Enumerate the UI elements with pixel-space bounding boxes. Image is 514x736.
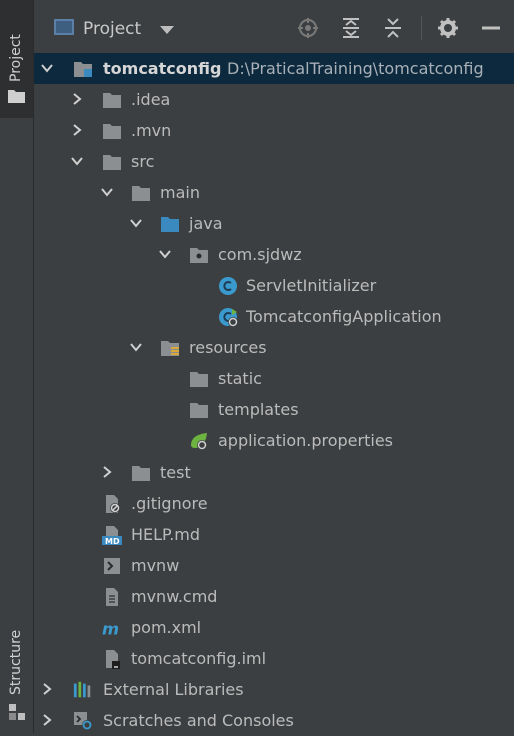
tree-item-src[interactable]: src xyxy=(34,146,514,177)
tree-item-label: src xyxy=(131,152,155,171)
chevron-right-icon[interactable] xyxy=(40,682,54,696)
tree-item-mvnw[interactable]: mvnw xyxy=(34,550,514,581)
project-tool-tab[interactable]: Project xyxy=(0,0,33,118)
tree-item-scratches[interactable]: Scratches and Consoles xyxy=(34,705,514,736)
gear-icon[interactable] xyxy=(437,17,459,39)
tree-item-gitignore[interactable]: .gitignore xyxy=(34,488,514,519)
tree-item-static[interactable]: static xyxy=(34,363,514,394)
tree-item-label: .idea xyxy=(131,90,171,109)
chevron-right-icon[interactable] xyxy=(70,123,84,137)
tree-item-label: Scratches and Consoles xyxy=(103,711,294,730)
module-file-icon xyxy=(106,650,120,669)
tree-item-label: TomcatconfigApplication xyxy=(246,307,442,326)
source-folder-icon xyxy=(161,217,179,232)
collapse-all-icon[interactable] xyxy=(382,17,404,39)
folder-icon xyxy=(103,93,121,108)
library-icon xyxy=(73,681,91,698)
tree-root-tomcatconfig[interactable]: tomcatconfig D:\PraticalTraining\tomcatc… xyxy=(34,53,514,84)
tree-item-application-properties[interactable]: application.properties xyxy=(34,425,514,456)
structure-tool-tab[interactable]: Structure xyxy=(0,612,33,733)
tree-item-iml[interactable]: tomcatconfig.iml xyxy=(34,643,514,674)
tree-item-label: External Libraries xyxy=(103,680,244,699)
folder-icon xyxy=(8,90,25,103)
folder-icon xyxy=(103,155,121,170)
tree-item-tomcatconfig-application[interactable]: TomcatconfigApplication xyxy=(34,301,514,332)
package-icon xyxy=(190,248,208,263)
tree-item-label: test xyxy=(160,463,191,482)
tree-item-java[interactable]: java xyxy=(34,208,514,239)
tree-item-templates[interactable]: templates xyxy=(34,394,514,425)
spring-boot-class-icon xyxy=(219,308,238,327)
tree-item-label: com.sjdwz xyxy=(218,245,302,264)
resources-folder-icon xyxy=(161,341,179,356)
svg-text:m: m xyxy=(102,619,119,638)
tool-window-strip: Project Structure xyxy=(0,0,34,733)
structure-icon xyxy=(9,704,25,720)
folder-icon xyxy=(103,124,121,139)
header-divider xyxy=(421,16,422,40)
class-icon xyxy=(219,277,237,295)
chevron-down-icon[interactable] xyxy=(70,154,84,168)
folder-icon xyxy=(190,372,208,387)
tree-item-resources[interactable]: resources xyxy=(34,332,514,363)
chevron-right-icon[interactable] xyxy=(40,713,54,727)
tree-item-pom-xml[interactable]: m pom.xml xyxy=(34,612,514,643)
module-folder-icon xyxy=(74,62,92,77)
chevron-right-icon[interactable] xyxy=(70,92,84,106)
tree-item-mvnw-cmd[interactable]: mvnw.cmd xyxy=(34,581,514,612)
tree-item-label: .mvn xyxy=(131,121,172,140)
tree-item-label: main xyxy=(160,183,200,202)
tree-item-label: .gitignore xyxy=(131,494,208,513)
text-file-icon xyxy=(106,588,118,606)
chevron-down-icon[interactable] xyxy=(129,340,143,354)
maven-icon: m xyxy=(102,619,119,638)
tree-item-label: mvnw xyxy=(131,556,180,575)
chevron-down-icon[interactable] xyxy=(129,216,143,230)
tree-item-label: resources xyxy=(189,338,267,357)
project-view-icon xyxy=(54,19,74,35)
expand-all-icon[interactable] xyxy=(340,17,362,39)
target-icon[interactable] xyxy=(297,17,319,39)
tree-item-label: pom.xml xyxy=(131,618,202,637)
tree-item-help-md[interactable]: MD HELP.md xyxy=(34,519,514,550)
tree-item-label: java xyxy=(189,214,223,233)
chevron-down-icon[interactable] xyxy=(158,247,172,261)
project-panel-header: Project xyxy=(34,0,514,54)
tree-item-package[interactable]: com.sjdwz xyxy=(34,239,514,270)
chevron-down-icon[interactable] xyxy=(160,26,174,34)
tree-item-path: D:\PraticalTraining\tomcatconfig xyxy=(227,59,484,78)
tree-item-label: tomcatconfig xyxy=(103,59,222,78)
tree-item-label: templates xyxy=(218,400,299,419)
tree-item-label: HELP.md xyxy=(131,525,201,544)
tree-item-label: ServletInitializer xyxy=(246,276,377,295)
tree-item-mvn[interactable]: .mvn xyxy=(34,115,514,146)
tree-item-main[interactable]: main xyxy=(34,177,514,208)
tree-item-label: static xyxy=(218,369,262,388)
folder-icon xyxy=(132,466,150,481)
tree-item-idea[interactable]: .idea xyxy=(34,84,514,115)
svg-text:MD: MD xyxy=(105,537,120,545)
project-tool-tab-label: Project xyxy=(8,34,24,82)
folder-icon xyxy=(132,186,150,201)
chevron-down-icon[interactable] xyxy=(40,61,54,75)
structure-tool-tab-label: Structure xyxy=(8,629,24,695)
tree-item-external-libraries[interactable]: External Libraries xyxy=(34,674,514,705)
ignore-file-icon xyxy=(106,495,120,513)
spring-properties-icon xyxy=(191,433,207,450)
tree-item-test[interactable]: test xyxy=(34,457,514,488)
project-tree: tomcatconfig D:\PraticalTraining\tomcatc… xyxy=(34,53,514,733)
chevron-right-icon[interactable] xyxy=(100,465,114,479)
scratches-icon xyxy=(74,712,92,730)
minimize-icon[interactable] xyxy=(480,17,502,39)
markdown-file-icon: MD xyxy=(102,526,122,545)
project-view-selector[interactable]: Project xyxy=(83,19,141,39)
tree-item-label: application.properties xyxy=(218,431,393,450)
folder-icon xyxy=(190,403,208,418)
tree-item-servlet-initializer[interactable]: ServletInitializer xyxy=(34,270,514,301)
tree-item-label: tomcatconfig.iml xyxy=(131,649,267,668)
chevron-down-icon[interactable] xyxy=(100,185,114,199)
tree-item-label: mvnw.cmd xyxy=(131,587,218,606)
shell-script-icon xyxy=(104,558,120,574)
